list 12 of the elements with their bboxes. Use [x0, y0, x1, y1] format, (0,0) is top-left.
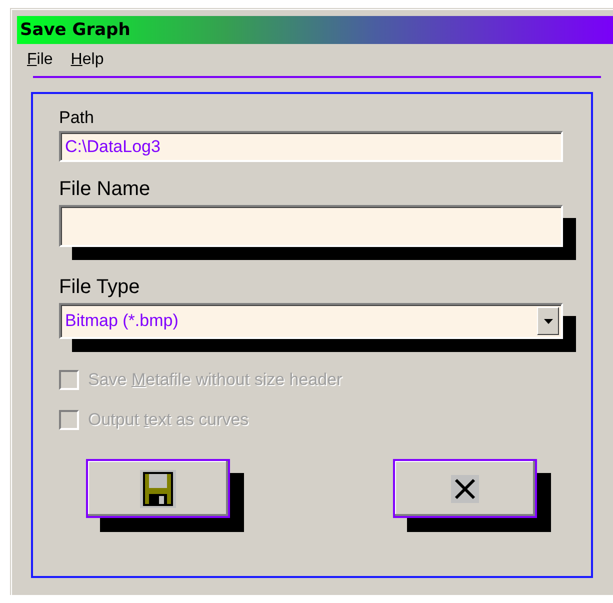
caret-icon	[544, 318, 552, 324]
close-icon	[451, 474, 479, 502]
floppy-disk-icon	[140, 470, 176, 508]
menu-item[interactable]: Help	[70, 51, 104, 70]
menu-item[interactable]: File	[27, 51, 53, 70]
dropdown-button[interactable]	[537, 307, 559, 335]
path-field[interactable]: C:\DataLog3	[59, 131, 563, 162]
path-label: Path	[59, 108, 94, 128]
file-name-field[interactable]	[59, 205, 563, 247]
file-type-label: File Type	[59, 276, 140, 299]
file-name-label: File Name	[59, 178, 150, 201]
window-title: Save Graph	[20, 20, 130, 40]
